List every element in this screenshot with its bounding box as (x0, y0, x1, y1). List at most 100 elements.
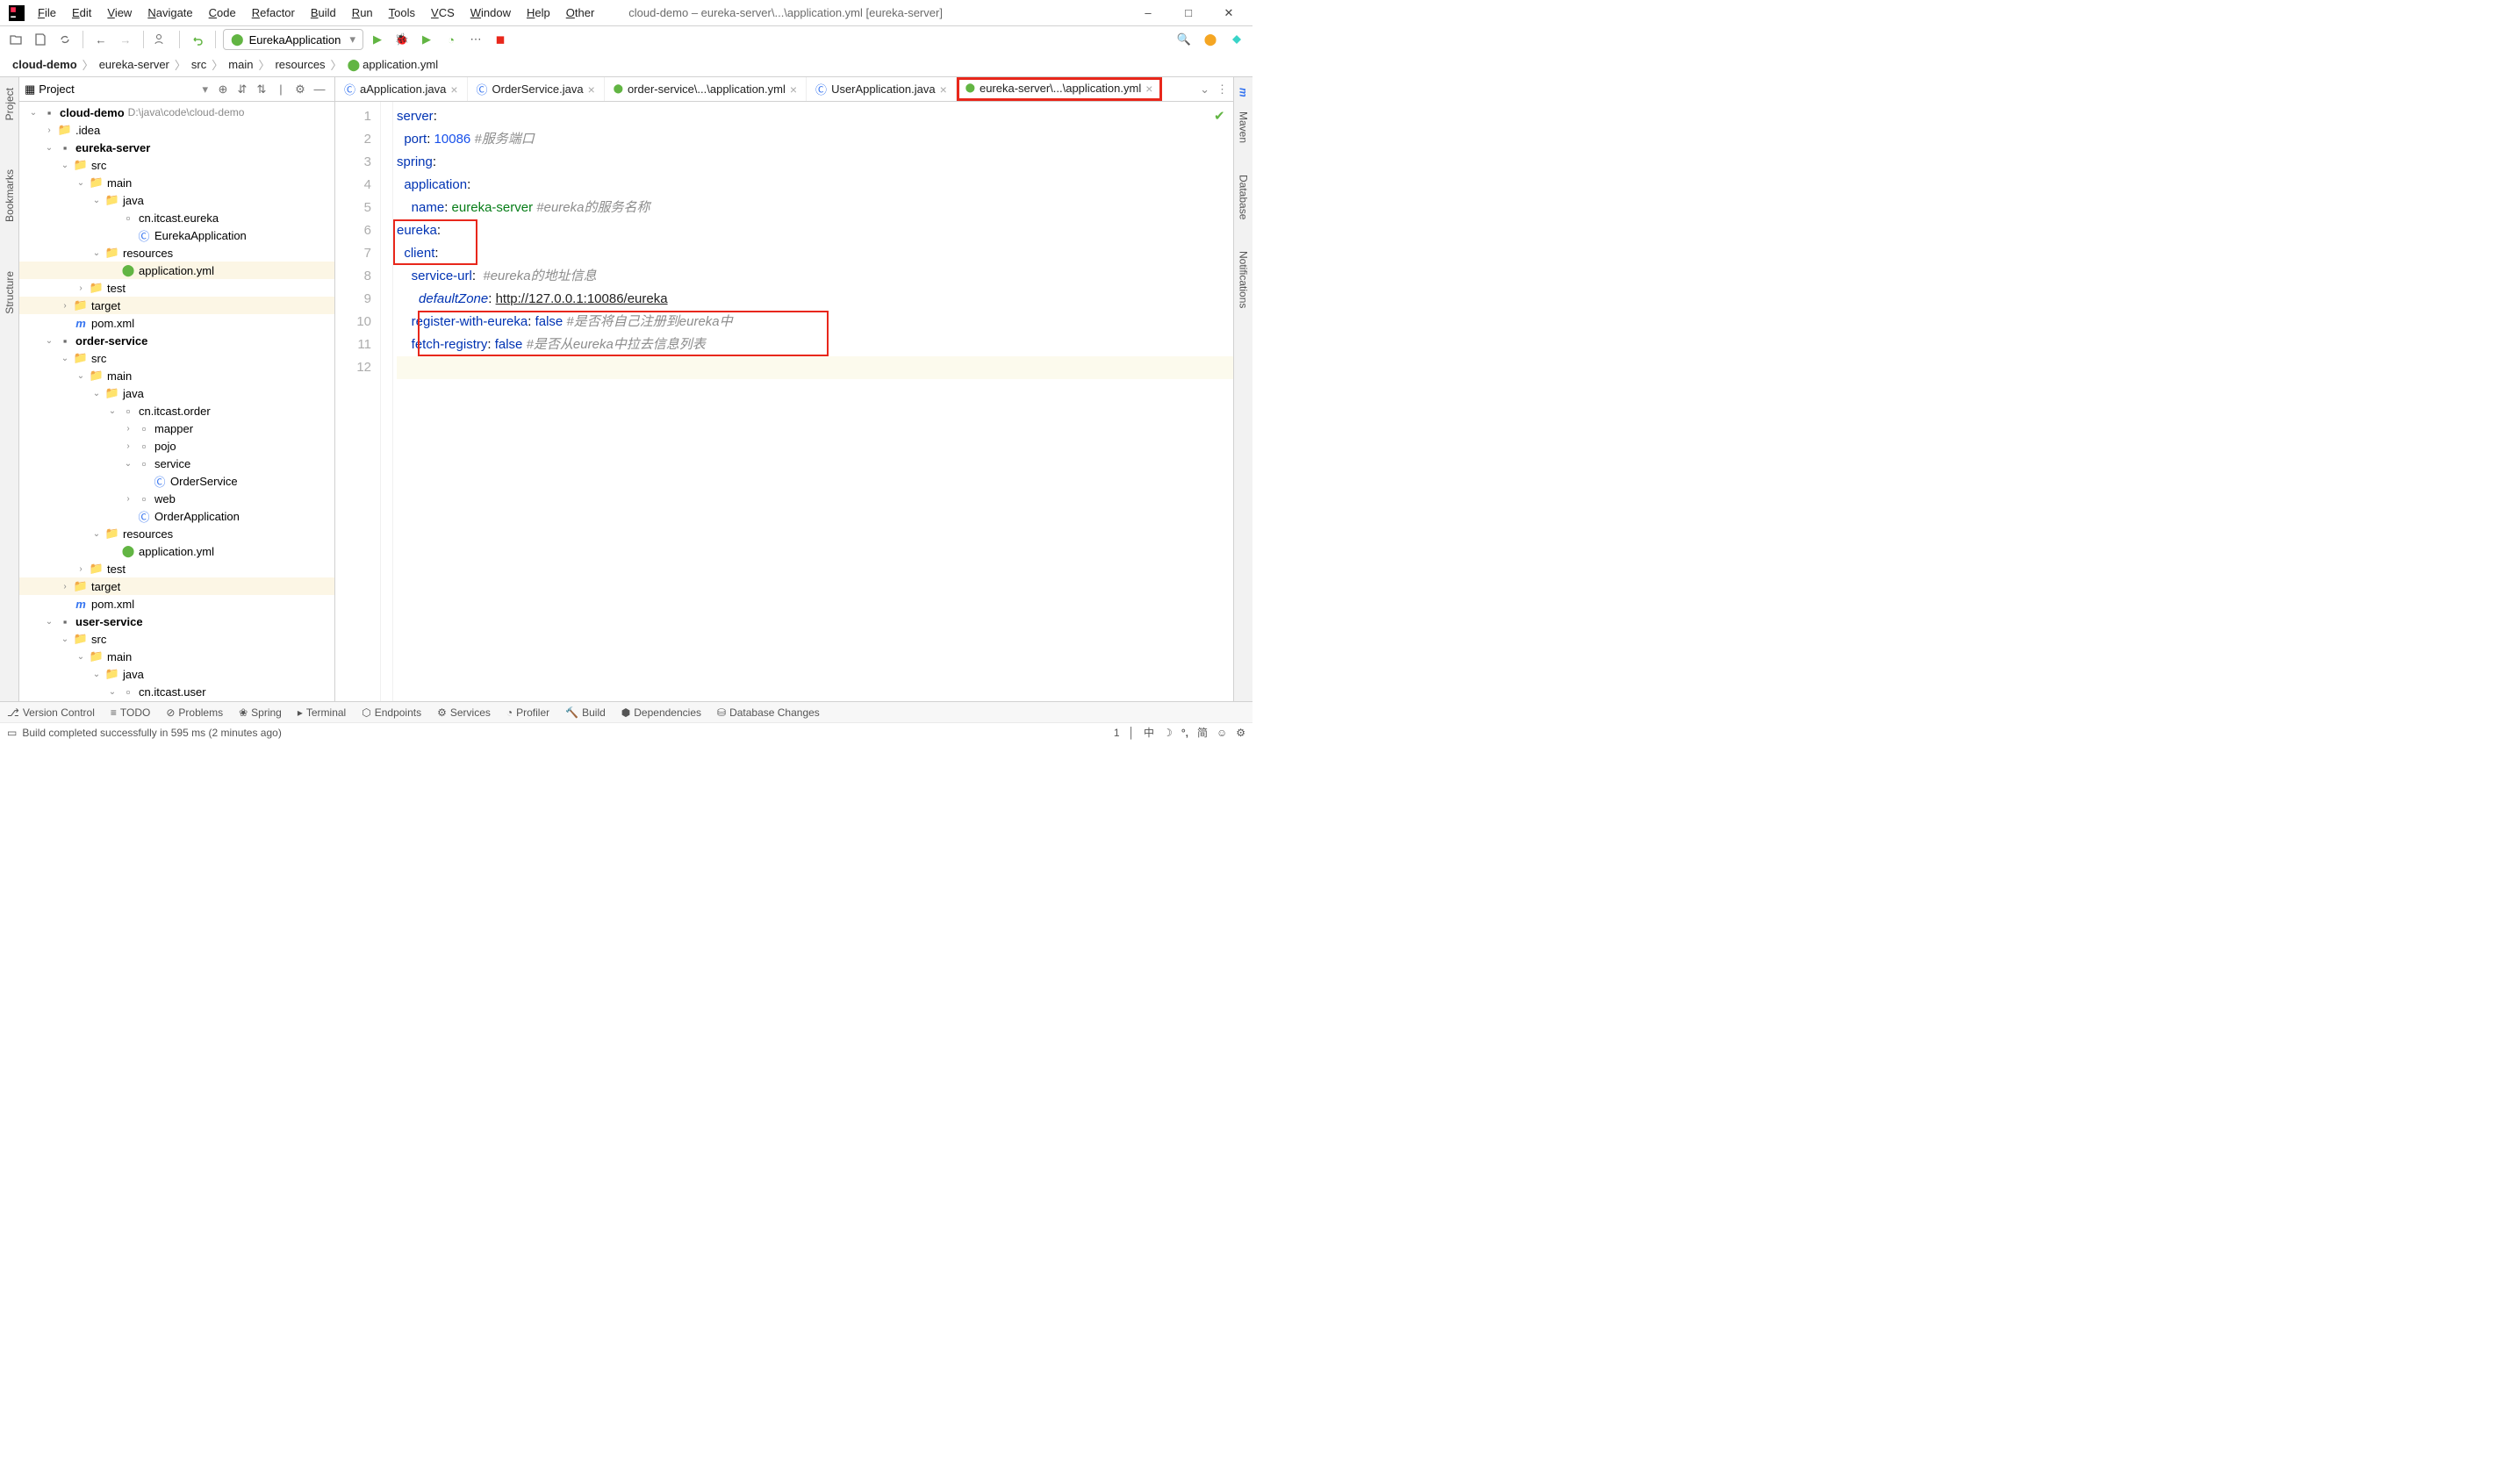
menu-run[interactable]: Run (344, 6, 381, 19)
breadcrumb-item[interactable]: src (186, 58, 212, 71)
tree-row[interactable]: ⌄▫cn.itcast.order (19, 402, 334, 419)
save-button[interactable] (30, 29, 51, 50)
expand-all-button[interactable]: ⇵ (233, 80, 252, 99)
undo-button[interactable] (187, 29, 208, 50)
tree-row[interactable]: ›📁test (19, 560, 334, 577)
breadcrumb-item[interactable]: ⬤application.yml (342, 58, 444, 72)
code-line[interactable]: application: (397, 174, 1233, 197)
updates-button[interactable]: ⬤ (1200, 29, 1221, 50)
editor-tab[interactable]: ⒸOrderService.java× (468, 77, 605, 101)
code-editor[interactable]: 123456789101112 ✔ server: port: 10086 #服… (335, 102, 1233, 701)
tree-row[interactable]: mpom.xml (19, 314, 334, 332)
settings-gear-icon[interactable]: ⚙ (1236, 727, 1245, 739)
maven-icon[interactable]: m (1236, 81, 1252, 104)
tree-row[interactable]: ⒸOrderApplication (19, 507, 334, 525)
tool-window-database-changes[interactable]: ⛁Database Changes (717, 706, 820, 719)
tree-row[interactable]: ⬤application.yml (19, 262, 334, 279)
code-line[interactable]: eureka: (397, 219, 1233, 242)
moon-icon[interactable]: ☽ (1163, 727, 1173, 739)
tree-row[interactable]: ›📁test (19, 279, 334, 297)
select-opened-file-button[interactable]: ⊕ (213, 80, 233, 99)
menu-file[interactable]: File (30, 6, 64, 19)
tool-window-problems[interactable]: ⊘Problems (166, 706, 223, 719)
sync-button[interactable] (54, 29, 75, 50)
tool-window-build[interactable]: 🔨Build (565, 706, 606, 719)
forward-button[interactable]: → (115, 29, 136, 50)
tree-row[interactable]: ⌄📁main (19, 648, 334, 665)
code-line[interactable]: port: 10086 #服务端口 (397, 128, 1233, 151)
editor-tab[interactable]: ⬤eureka-server\...\application.yml× (957, 77, 1163, 101)
tree-row[interactable]: ⌄▫cn.itcast.user (19, 683, 334, 700)
coverage-button[interactable]: ▶ (416, 29, 437, 50)
breadcrumb-item[interactable]: main (223, 58, 258, 71)
right-tab-maven[interactable]: Maven (1236, 104, 1252, 150)
editor-tab[interactable]: ⬤order-service\...\application.yml× (605, 77, 807, 101)
code-line[interactable]: defaultZone: http://127.0.0.1:10086/eure… (397, 288, 1233, 311)
tool-window-profiler[interactable]: ◔Profiler (506, 706, 549, 719)
run-config-selector[interactable]: ⬤ EurekaApplication ▾ (223, 29, 363, 50)
tree-row[interactable]: ›📁target (19, 577, 334, 595)
right-tab-notifications[interactable]: Notifications (1236, 244, 1252, 315)
tree-row[interactable]: ⒸOrderService (19, 472, 334, 490)
fold-gutter[interactable] (381, 102, 393, 701)
tab-more-button[interactable]: ⋮ (1217, 82, 1228, 97)
search-everywhere-button[interactable]: 🔍 (1174, 29, 1195, 50)
ime-comma-icon[interactable]: °, (1181, 727, 1188, 739)
code-content[interactable]: ✔ server: port: 10086 #服务端口spring: appli… (393, 102, 1233, 701)
tool-window-todo[interactable]: ≡TODO (111, 706, 150, 719)
menu-navigate[interactable]: Navigate (140, 6, 200, 19)
editor-tab[interactable]: ⒸaApplication.java× (335, 77, 468, 101)
cursor-line-col[interactable]: 1 (1114, 727, 1120, 739)
tool-window-version-control[interactable]: ⎇Version Control (7, 706, 95, 719)
tree-row[interactable]: ⌄▫service (19, 455, 334, 472)
tree-row[interactable]: ⌄▪cloud-demoD:\java\code\cloud-demo (19, 104, 334, 121)
ime-jian-icon[interactable]: 简 (1197, 725, 1208, 740)
tool-window-dependencies[interactable]: ⬢Dependencies (621, 706, 701, 719)
emoji-icon[interactable]: ☺ (1217, 727, 1227, 739)
tree-row[interactable]: ⒸEurekaApplication (19, 226, 334, 244)
tool-window-endpoints[interactable]: ⬡Endpoints (362, 706, 421, 719)
breadcrumb-item[interactable]: eureka-server (94, 58, 175, 71)
settings-button[interactable]: ⚙ (291, 80, 310, 99)
left-tab-structure[interactable]: Structure (2, 264, 18, 321)
stop-button[interactable]: ◼ (490, 29, 511, 50)
tool-window-services[interactable]: ⚙Services (437, 706, 491, 719)
menu-window[interactable]: Window (463, 6, 519, 19)
menu-edit[interactable]: Edit (64, 6, 99, 19)
tree-row[interactable]: ⌄▪user-service (19, 613, 334, 630)
code-line[interactable] (397, 356, 1233, 379)
close-tab-icon[interactable]: × (588, 82, 595, 97)
left-tab-project[interactable]: Project (2, 81, 18, 127)
close-tab-icon[interactable]: × (1145, 82, 1152, 96)
debug-button[interactable]: 🐞 (391, 29, 413, 50)
tree-row[interactable]: ⌄📁java (19, 191, 334, 209)
breadcrumb-item[interactable]: cloud-demo (7, 58, 83, 71)
tree-row[interactable]: ›📁.idea (19, 121, 334, 139)
ai-button[interactable] (1226, 29, 1247, 50)
code-line[interactable]: name: eureka-server #eureka的服务名称 (397, 197, 1233, 219)
tree-row[interactable]: ⬤application.yml (19, 542, 334, 560)
inspection-status-icon[interactable]: ✔ (1214, 105, 1230, 128)
menu-code[interactable]: Code (201, 6, 244, 19)
tree-row[interactable]: ⌄📁main (19, 174, 334, 191)
open-button[interactable] (5, 29, 26, 50)
tree-row[interactable]: ›▫pojo (19, 437, 334, 455)
menu-build[interactable]: Build (303, 6, 344, 19)
ime-zh-icon[interactable]: 中 (1144, 725, 1154, 740)
tool-window-spring[interactable]: ❀Spring (239, 706, 282, 719)
menu-other[interactable]: Other (558, 6, 603, 19)
close-button[interactable]: ✕ (1209, 0, 1249, 26)
menu-refactor[interactable]: Refactor (244, 6, 303, 19)
more-run-button[interactable]: ⋯ (465, 29, 486, 50)
tool-window-terminal[interactable]: ▸Terminal (298, 706, 346, 719)
left-tab-bookmarks[interactable]: Bookmarks (2, 162, 18, 229)
code-line[interactable]: spring: (397, 151, 1233, 174)
minimize-button[interactable]: ‒ (1128, 0, 1168, 26)
tree-row[interactable]: ⌄📁src (19, 349, 334, 367)
menu-help[interactable]: Help (519, 6, 558, 19)
code-line[interactable]: client: (397, 242, 1233, 265)
tree-row[interactable]: ⌄📁java (19, 384, 334, 402)
tree-row[interactable]: ⌄▪order-service (19, 332, 334, 349)
hide-button[interactable]: — (310, 80, 329, 99)
project-tree[interactable]: ⌄▪cloud-demoD:\java\code\cloud-demo›📁.id… (19, 102, 334, 701)
